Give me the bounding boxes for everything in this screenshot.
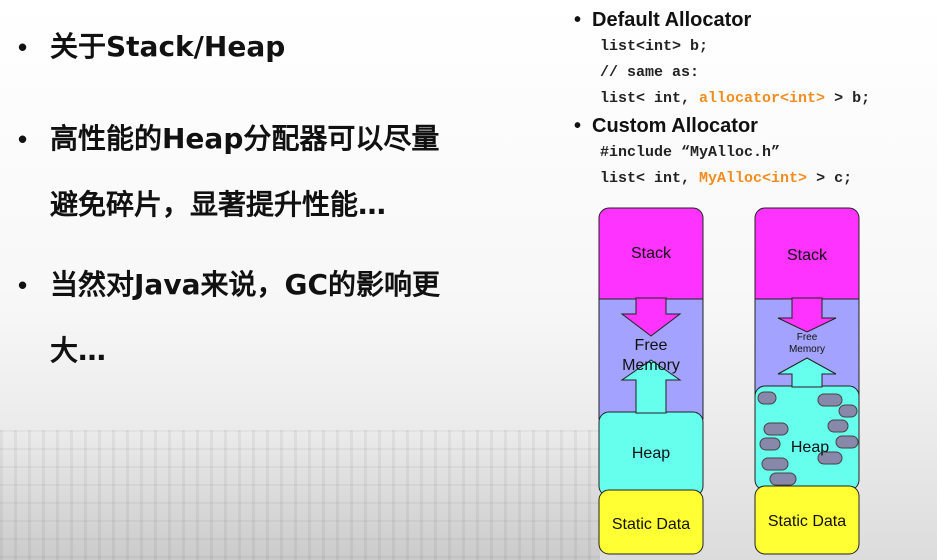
code-text: list< int, bbox=[600, 170, 700, 187]
bullet-dot: • bbox=[18, 270, 28, 300]
bullet-text-line: 大… bbox=[50, 334, 107, 367]
memory-diagram: Stack Free Memory Heap Static Data Stack… bbox=[598, 207, 860, 555]
bullet-dot: • bbox=[574, 9, 582, 31]
heap-fragment bbox=[827, 419, 849, 433]
free-memory-label: Free bbox=[635, 337, 668, 354]
bullet-text-line: 高性能的Heap分配器可以尽量 bbox=[50, 122, 440, 155]
bullet-item: • 当然对Java来说，GC的影响更 大… bbox=[14, 252, 534, 384]
memory-column-custom: Stack Free Memory Heap Static Data bbox=[754, 207, 860, 555]
code-line: #include “MyAlloc.h” bbox=[600, 144, 781, 161]
bullet-dot: • bbox=[18, 32, 28, 62]
heap-label: Heap bbox=[791, 439, 829, 456]
stack-label: Stack bbox=[631, 245, 672, 262]
default-allocator-heading: • Default Allocator bbox=[570, 6, 937, 34]
custom-allocator-heading: • Custom Allocator bbox=[570, 112, 937, 140]
static-data-label: Static Data bbox=[768, 513, 846, 530]
stack-label: Stack bbox=[787, 247, 828, 264]
code-highlight: MyAlloc<int> bbox=[699, 170, 808, 187]
bullet-dot: • bbox=[574, 115, 582, 137]
free-memory-label: Free bbox=[797, 332, 818, 343]
bullet-text-line: 避免碎片，显著提升性能… bbox=[50, 188, 387, 221]
heap-fragment bbox=[835, 435, 859, 449]
bullet-item: • 高性能的Heap分配器可以尽量 避免碎片，显著提升性能… bbox=[14, 106, 534, 238]
heading-text: Custom Allocator bbox=[592, 115, 758, 137]
code-line: list< int, allocator<int> > b; bbox=[570, 86, 937, 112]
heap-fragment bbox=[838, 404, 858, 418]
code-comment: // same as: bbox=[600, 64, 700, 81]
static-data-label: Static Data bbox=[612, 516, 690, 533]
bullet-text: 关于Stack/Heap bbox=[50, 30, 286, 63]
heap-fragment bbox=[769, 472, 797, 486]
heap-fragment bbox=[817, 393, 843, 407]
code-panel: • Default Allocator list<int> b; // same… bbox=[570, 6, 937, 192]
code-text: > c; bbox=[807, 170, 853, 187]
heap-fragment bbox=[761, 457, 789, 471]
bullet-list: • 关于Stack/Heap • 高性能的Heap分配器可以尽量 避免碎片，显著… bbox=[14, 22, 534, 384]
heap-fragment bbox=[757, 391, 777, 405]
memory-column-default: Stack Free Memory Heap Static Data bbox=[598, 207, 704, 555]
code-line: list<int> b; bbox=[600, 38, 709, 55]
bullet-text-line: 当然对Java来说，GC的影响更 bbox=[50, 268, 440, 301]
heap-fragment bbox=[759, 437, 781, 451]
code-line: list< int, MyAlloc<int> > c; bbox=[570, 166, 937, 192]
bullet-item: • 关于Stack/Heap bbox=[14, 22, 534, 72]
code-text: list< int, bbox=[600, 90, 700, 107]
heap-fragment bbox=[763, 422, 789, 436]
free-memory-label: Memory bbox=[789, 344, 825, 355]
background-building bbox=[0, 430, 600, 560]
heading-text: Default Allocator bbox=[592, 9, 752, 31]
heap-label: Heap bbox=[632, 445, 670, 462]
free-memory-label: Memory bbox=[622, 357, 680, 374]
bullet-dot: • bbox=[18, 124, 28, 154]
code-highlight: allocator<int> bbox=[699, 90, 826, 107]
code-text: > b; bbox=[825, 90, 871, 107]
